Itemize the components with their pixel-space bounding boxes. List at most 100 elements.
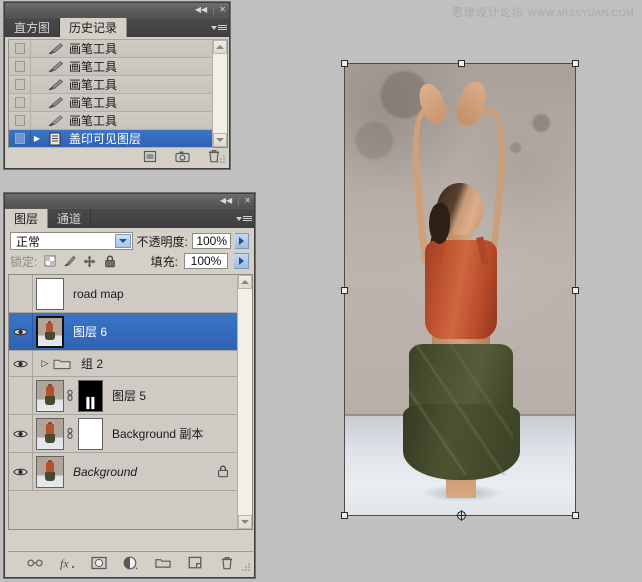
history-panel-titlebar[interactable]: ◀◀ | ✕ [5,3,229,17]
history-scrollbar[interactable] [212,40,227,147]
layer-visibility-toggle[interactable] [9,415,33,452]
scroll-up-icon[interactable] [238,275,252,289]
layer-visibility-toggle[interactable] [9,453,33,490]
watermark-url: WWW.MISSYUAN.COM [528,8,634,18]
layer-name[interactable]: 组 2 [72,355,103,372]
layer-name[interactable]: road map [64,287,124,301]
layer-thumbnail[interactable] [36,455,64,488]
opacity-stepper[interactable] [235,233,249,249]
layer-name[interactable]: 图层 6 [64,323,107,340]
tab-channels[interactable]: 通道 [48,209,92,228]
group-expand-arrow-icon[interactable]: ▷ [38,358,52,369]
add-layer-mask-icon[interactable] [90,555,107,571]
layer-visibility-toggle[interactable] [9,275,33,312]
layer-visibility-toggle[interactable] [9,313,33,350]
tab-layers[interactable]: 图层 [5,209,49,228]
panel-menu-icon[interactable] [209,18,229,37]
resize-grip[interactable] [216,154,226,164]
close-icon[interactable]: ✕ [244,197,251,205]
new-adjustment-layer-icon[interactable] [123,555,139,571]
chevron-down-icon[interactable] [114,234,131,248]
table-row[interactable]: road map [9,275,237,313]
tab-history[interactable]: 历史记录 [60,18,128,37]
layer-mask-thumbnail[interactable] [78,379,103,412]
layer-style-fx-icon[interactable]: fx [59,555,75,571]
history-state-checkbox[interactable] [9,40,31,57]
layer-visibility-toggle[interactable] [9,351,33,376]
collapse-icon[interactable]: ◀◀ [195,6,207,14]
lock-label: 锁定: [10,254,38,269]
scroll-up-icon[interactable] [213,40,227,54]
table-row[interactable]: Background 副本 [9,415,237,453]
fill-input[interactable]: 100% [184,253,228,269]
lock-transparency-icon[interactable] [43,255,56,268]
image-canvas[interactable] [344,63,576,516]
history-state-checkbox[interactable] [9,76,31,93]
link-layers-icon[interactable] [26,555,43,571]
lock-all-icon[interactable] [103,255,116,268]
blend-mode-select[interactable]: 正常 [10,232,133,250]
list-item-label: 画笔工具 [69,42,118,56]
history-state-checkbox[interactable] [9,94,31,111]
lock-position-icon[interactable] [83,254,96,268]
stamp-layer-icon [43,132,67,146]
new-group-icon[interactable] [154,555,171,571]
layers-scrollbar[interactable] [237,275,252,529]
list-item[interactable]: 画笔工具 [9,40,212,58]
lock-image-icon[interactable] [63,255,77,268]
layer-thumbnail[interactable] [36,315,64,348]
tab-filler [91,209,234,228]
panel-menu-icon[interactable] [234,209,254,228]
resize-grip[interactable] [241,562,251,572]
layer-thumbnail[interactable] [36,277,64,310]
history-state-checkbox[interactable] [9,130,31,147]
scroll-down-icon[interactable] [238,515,252,529]
layer-thumbnail[interactable] [36,379,64,412]
layer-name[interactable]: Background [64,465,137,479]
list-item[interactable]: 画笔工具 [9,58,212,76]
close-icon[interactable]: ✕ [219,6,226,14]
watermark: 思缘设计论坛 WWW.MISSYUAN.COM [452,4,634,20]
layers-panel-titlebar[interactable]: ◀◀ | ✕ [5,194,254,208]
history-rows: 画笔工具 画笔工具 画笔工具 画笔工具 画笔工具 ▶ 盖印可见图层 [9,40,212,148]
blend-opacity-row: 正常 不透明度: 100% [10,231,249,251]
mask-link-icon[interactable] [64,427,76,440]
new-layer-icon[interactable] [187,555,203,571]
fill-label: 填充: [150,254,178,269]
fill-stepper[interactable] [234,253,249,269]
mask-link-icon[interactable] [64,389,76,402]
layer-mask-thumbnail[interactable] [78,417,103,450]
list-item[interactable]: 画笔工具 [9,94,212,112]
collapse-icon[interactable]: ◀◀ [220,197,232,205]
layer-visibility-toggle[interactable] [9,377,33,414]
scroll-down-icon[interactable] [213,133,227,147]
list-item[interactable]: 画笔工具 [9,76,212,94]
dancer-photo [344,63,576,516]
layer-thumbnail[interactable] [36,417,64,450]
list-item-label: 画笔工具 [69,96,118,110]
brush-icon [43,114,67,127]
table-row[interactable]: 图层 5 [9,377,237,415]
tab-filler [127,18,209,37]
history-state-checkbox[interactable] [9,112,31,129]
new-document-from-state-icon[interactable] [142,148,158,164]
delete-layer-icon[interactable] [219,555,235,571]
new-snapshot-icon[interactable] [174,148,190,164]
table-row[interactable]: ▷ 组 2 [9,351,237,377]
titlebar-separator: | [237,196,240,206]
history-panel-tabs: 直方图 历史记录 [5,17,229,37]
table-row[interactable]: Background [9,453,237,491]
list-item[interactable]: 画笔工具 [9,112,212,130]
tab-histogram[interactable]: 直方图 [5,18,61,37]
history-expand-arrow-icon[interactable]: ▶ [31,134,43,143]
layers-panel-tabs: 图层 通道 [5,208,254,228]
eye-icon [13,360,28,367]
opacity-label: 不透明度: [136,234,188,249]
table-row[interactable]: 图层 6 [9,313,237,351]
list-item[interactable]: ▶ 盖印可见图层 [9,130,212,148]
layer-name[interactable]: Background 副本 [103,425,203,442]
history-state-checkbox[interactable] [9,58,31,75]
history-panel: ◀◀ | ✕ 直方图 历史记录 画笔工具 画笔工具 画笔工具 画笔工具 画笔工具… [4,2,230,169]
opacity-input[interactable]: 100% [191,233,232,249]
layer-name[interactable]: 图层 5 [103,387,146,404]
